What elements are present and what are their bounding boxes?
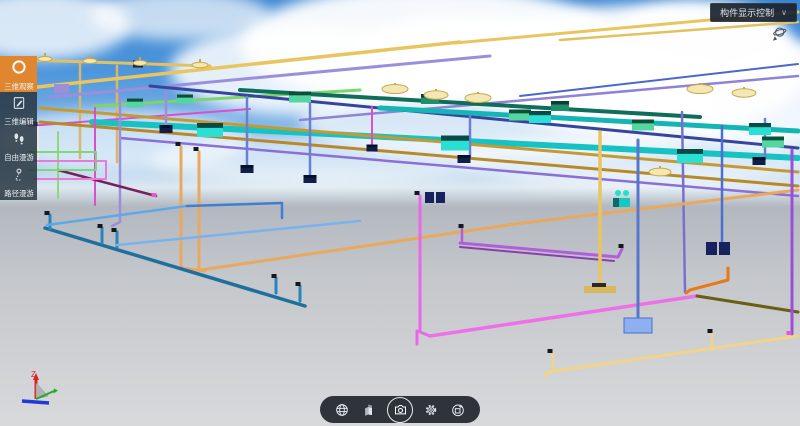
edit-board-icon: [11, 95, 27, 116]
export-model-button[interactable]: [449, 401, 467, 419]
axis-gizmo: Z: [16, 367, 62, 418]
globe-button[interactable]: [333, 401, 351, 419]
globe-icon: [334, 402, 350, 418]
gear-button[interactable]: [422, 401, 440, 419]
sidebar-item-label: 三维编辑: [4, 118, 33, 125]
sidebar-item-label: 路径漫游: [4, 190, 33, 197]
viewer-window: 三维观察三维编辑自由漫游路径漫游 构件显示控制 ∨ Z: [0, 0, 800, 426]
sidebar-item-edit-3d[interactable]: 三维编辑: [0, 92, 37, 128]
building-button[interactable]: [360, 401, 378, 419]
component-display-control-label: 构件显示控制: [720, 6, 774, 19]
component-display-control-button[interactable]: 构件显示控制 ∨: [710, 3, 797, 22]
tool-sidebar: 三维观察三维编辑自由漫游路径漫游: [0, 56, 37, 200]
x-axis: [22, 401, 49, 403]
circle-ring-icon: [10, 58, 28, 81]
sidebar-item-label: 三维观察: [4, 83, 33, 90]
footprints-icon: [11, 131, 27, 152]
3d-viewport[interactable]: [0, 0, 800, 426]
camera-button[interactable]: [387, 397, 413, 423]
building-icon: [362, 402, 377, 417]
orbit-cursor-icon[interactable]: [770, 25, 788, 43]
chevron-down-icon: ∨: [781, 8, 787, 17]
export-model-icon: [450, 402, 466, 418]
bottom-toolbar: [320, 396, 480, 423]
gear-icon: [423, 402, 439, 418]
y-axis-arrow: [54, 389, 59, 394]
camera-icon: [393, 402, 408, 417]
sidebar-item-path-roam[interactable]: 路径漫游: [0, 164, 37, 200]
sidebar-item-view-3d[interactable]: 三维观察: [0, 56, 37, 92]
path-pin-icon: [11, 167, 27, 188]
sidebar-item-free-roam[interactable]: 自由漫游: [0, 128, 37, 164]
sidebar-item-label: 自由漫游: [4, 154, 33, 161]
